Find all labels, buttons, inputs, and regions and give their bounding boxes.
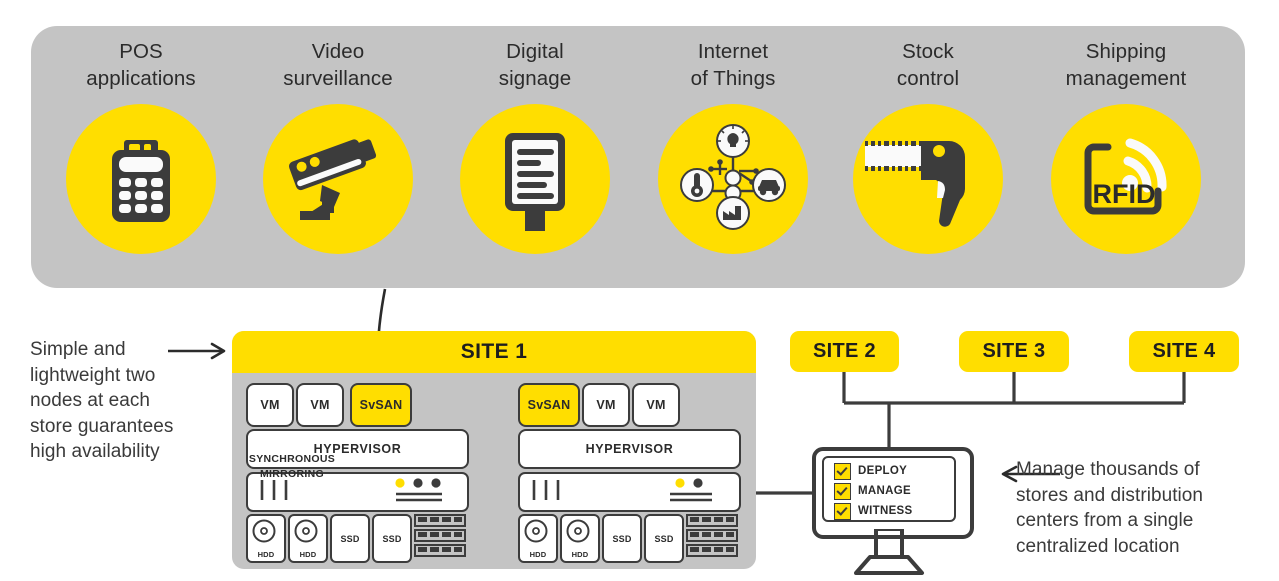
site1-title: SITE 1 — [460, 340, 528, 363]
checklist-item[interactable]: MANAGE — [834, 481, 954, 501]
svsan-chip[interactable]: SvSAN — [350, 383, 412, 427]
site2-pill[interactable]: SITE 2 — [790, 331, 899, 372]
ssd-drive: SSD — [372, 514, 412, 563]
site3-pill[interactable]: SITE 3 — [959, 331, 1069, 372]
vm-chip[interactable]: VM — [632, 383, 680, 427]
drive-label: HDD — [299, 550, 317, 559]
server-unit — [518, 472, 741, 512]
hdd-drive: HDD — [288, 514, 328, 563]
applications-panel: POS applications Video surveillance Digi… — [31, 26, 1245, 288]
site1-right-node: SvSAN VM VM HYPERVISOR HDD HDD SSD SSD — [518, 383, 742, 563]
iot-network-icon — [658, 104, 808, 254]
management-console-monitor: DEPLOY MANAGE WITNESS — [812, 447, 974, 577]
app-label: POS applications — [86, 40, 196, 90]
left-annotation-text: Simple and lightweight two nodes at each… — [30, 339, 174, 462]
checkbox-checked-icon[interactable] — [834, 482, 851, 500]
app-column-pos: POS applications — [41, 26, 241, 288]
site1-header: SITE 1 — [232, 331, 756, 373]
sync-text: SYNCHRONOUS MIRRORING — [248, 453, 336, 480]
drive-label: SSD — [382, 534, 402, 544]
drive-row: HDD HDD SSD SSD — [246, 514, 470, 563]
checkbox-checked-icon[interactable] — [834, 462, 851, 480]
checklist-label: WITNESS — [858, 505, 913, 517]
vm-chip[interactable]: VM — [246, 383, 294, 427]
app-column-iot: Internet of Things — [633, 26, 833, 288]
app-column-video: Video surveillance — [238, 26, 438, 288]
drive-label: SSD — [654, 534, 674, 544]
sites-bus-lines — [842, 372, 1186, 447]
monitor-checklist: DEPLOY MANAGE WITNESS — [822, 456, 956, 522]
drive-row: HDD HDD SSD SSD — [518, 514, 742, 563]
vm-chip[interactable]: VM — [296, 383, 344, 427]
ssd-drive: SSD — [644, 514, 684, 563]
site1-panel: SITE 1 VM VM SvSAN HYPERVISOR HDD HDD SS… — [232, 331, 756, 569]
hypervisor-bar: HYPERVISOR — [518, 429, 741, 469]
drive-label: HDD — [257, 550, 275, 559]
memory-modules — [686, 514, 738, 564]
app-column-stock: Stock control — [828, 26, 1028, 288]
ssd-drive: SSD — [330, 514, 370, 563]
drive-label: SSD — [612, 534, 632, 544]
memory-modules — [414, 514, 466, 564]
pos-terminal-icon — [66, 104, 216, 254]
diagram-canvas: POS applications Video surveillance Digi… — [0, 0, 1279, 581]
right-annotation-text: Manage thousands of stores and distribut… — [1016, 459, 1204, 557]
server-led-dark — [413, 478, 423, 488]
server-led-yellow — [675, 478, 685, 488]
digital-signage-icon — [460, 104, 610, 254]
site4-title: SITE 4 — [1152, 340, 1216, 362]
site4-pill[interactable]: SITE 4 — [1129, 331, 1239, 372]
vm-chip[interactable]: VM — [582, 383, 630, 427]
vm-row: SvSAN VM VM — [518, 383, 742, 427]
checklist-label: DEPLOY — [858, 465, 908, 477]
svsan-chip[interactable]: SvSAN — [518, 383, 580, 427]
svg-text:RFID: RFID — [1093, 179, 1156, 209]
rfid-tag-icon: RFID — [1051, 104, 1201, 254]
monitor-screen: DEPLOY MANAGE WITNESS — [812, 447, 974, 539]
monitor-stand — [854, 529, 924, 575]
hdd-drive: HDD — [518, 514, 558, 563]
app-label: Shipping management — [1065, 40, 1187, 90]
app-column-signage: Digital signage — [435, 26, 635, 288]
hdd-drive: HDD — [560, 514, 600, 563]
app-label: Internet of Things — [690, 40, 776, 90]
app-label: Stock control — [896, 40, 960, 90]
server-led-dark — [431, 478, 441, 488]
server-led-dark — [693, 478, 703, 488]
vm-row: VM VM SvSAN — [246, 383, 470, 427]
app-label: Video surveillance — [283, 40, 393, 90]
ssd-drive: SSD — [602, 514, 642, 563]
drive-label: HDD — [529, 550, 547, 559]
server-led-yellow — [395, 478, 405, 488]
hdd-drive: HDD — [246, 514, 286, 563]
checkbox-checked-icon[interactable] — [834, 502, 851, 520]
site3-title: SITE 3 — [982, 340, 1046, 362]
site2-title: SITE 2 — [813, 340, 876, 362]
checklist-item[interactable]: WITNESS — [834, 501, 954, 521]
app-label: Digital signage — [498, 40, 572, 90]
synchronous-mirroring-label: SYNCHRONOUS MIRRORING — [236, 452, 348, 492]
checklist-label: MANAGE — [858, 485, 911, 497]
barcode-scanner-icon — [853, 104, 1003, 254]
checklist-item[interactable]: DEPLOY — [834, 461, 954, 481]
drive-label: SSD — [340, 534, 360, 544]
app-column-shipping: Shipping management RFID — [1026, 26, 1226, 288]
security-camera-icon — [263, 104, 413, 254]
drive-label: HDD — [571, 550, 589, 559]
